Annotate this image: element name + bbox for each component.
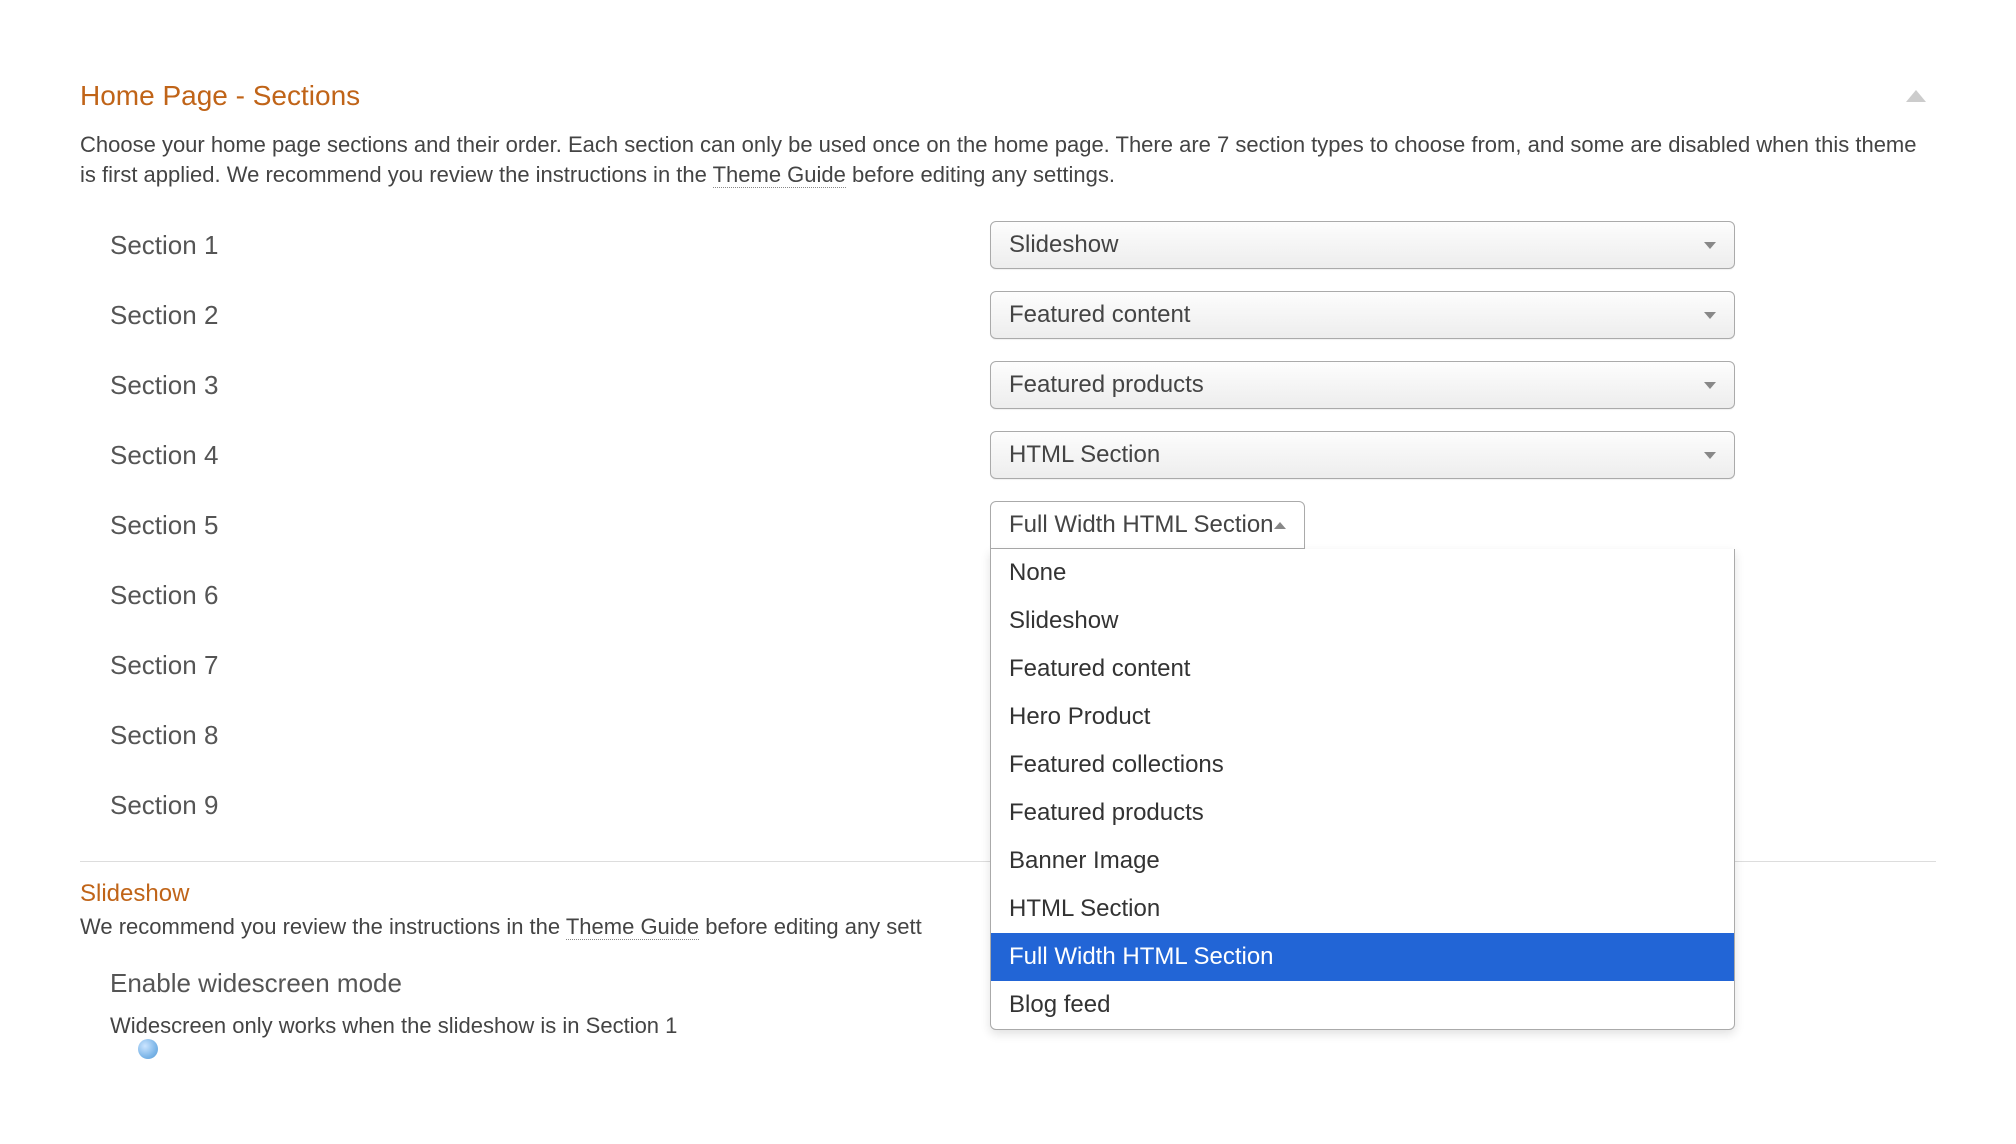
section-description: Choose your home page sections and their… (80, 130, 1936, 189)
slideshow-desc-before: We recommend you review the instructions… (80, 914, 566, 939)
globe-icon (138, 1039, 158, 1059)
section-label: Section 8 (110, 720, 990, 751)
dropdown-value: Featured products (1009, 371, 1204, 399)
section-row-1: Section 1 Slideshow (110, 219, 1936, 271)
dropdown-option-blog-feed[interactable]: Blog feed (991, 981, 1734, 1029)
chevron-down-icon (1704, 312, 1716, 319)
section-5-dropdown-wrapper: Full Width HTML Section None Slideshow F… (990, 501, 1305, 549)
dropdown-value: Featured content (1009, 301, 1190, 329)
dropdown-option-full-width-html[interactable]: Full Width HTML Section (991, 933, 1734, 981)
section-label: Section 1 (110, 230, 990, 261)
widescreen-note-text: Widescreen only works when the slideshow… (110, 1013, 677, 1039)
chevron-up-icon (1274, 522, 1286, 529)
section-5-dropdown[interactable]: Full Width HTML Section (990, 501, 1305, 549)
section-label: Section 3 (110, 370, 990, 401)
section-4-dropdown[interactable]: HTML Section (990, 431, 1735, 479)
slideshow-desc-after: before editing any sett (699, 914, 922, 939)
section-label: Section 5 (110, 510, 990, 541)
section-label: Section 4 (110, 440, 990, 471)
description-text-after: before editing any settings. (846, 162, 1115, 187)
section-row-3: Section 3 Featured products (110, 359, 1936, 411)
section-row-4: Section 4 HTML Section (110, 429, 1936, 481)
dropdown-value: HTML Section (1009, 441, 1160, 469)
section-1-dropdown[interactable]: Slideshow (990, 221, 1735, 269)
theme-guide-link[interactable]: Theme Guide (713, 162, 846, 188)
dropdown-option-hero-product[interactable]: Hero Product (991, 693, 1734, 741)
dropdown-option-featured-collections[interactable]: Featured collections (991, 741, 1734, 789)
chevron-down-icon (1704, 242, 1716, 249)
section-row-5: Section 5 Full Width HTML Section None S… (110, 499, 1936, 551)
dropdown-panel: None Slideshow Featured content Hero Pro… (990, 549, 1735, 1030)
dropdown-option-banner-image[interactable]: Banner Image (991, 837, 1734, 885)
section-3-dropdown[interactable]: Featured products (990, 361, 1735, 409)
section-row-2: Section 2 Featured content (110, 289, 1936, 341)
dropdown-option-none[interactable]: None (991, 549, 1734, 597)
chevron-down-icon (1704, 382, 1716, 389)
dropdown-option-slideshow[interactable]: Slideshow (991, 597, 1734, 645)
dropdown-value: Slideshow (1009, 231, 1118, 259)
dropdown-option-featured-content[interactable]: Featured content (991, 645, 1734, 693)
dropdown-option-featured-products[interactable]: Featured products (991, 789, 1734, 837)
dropdown-option-html-section[interactable]: HTML Section (991, 885, 1734, 933)
section-label: Section 6 (110, 580, 990, 611)
chevron-down-icon (1704, 452, 1716, 459)
section-label: Section 9 (110, 790, 990, 821)
sections-grid: Section 1 Slideshow Section 2 Featured c… (80, 219, 1936, 831)
section-label: Section 2 (110, 300, 990, 331)
dropdown-value: Full Width HTML Section (1009, 511, 1274, 539)
section-header: Home Page - Sections (80, 80, 1936, 112)
theme-guide-link-2[interactable]: Theme Guide (566, 914, 699, 940)
section-2-dropdown[interactable]: Featured content (990, 291, 1735, 339)
page-title: Home Page - Sections (80, 80, 360, 112)
collapse-icon[interactable] (1906, 90, 1926, 102)
section-label: Section 7 (110, 650, 990, 681)
